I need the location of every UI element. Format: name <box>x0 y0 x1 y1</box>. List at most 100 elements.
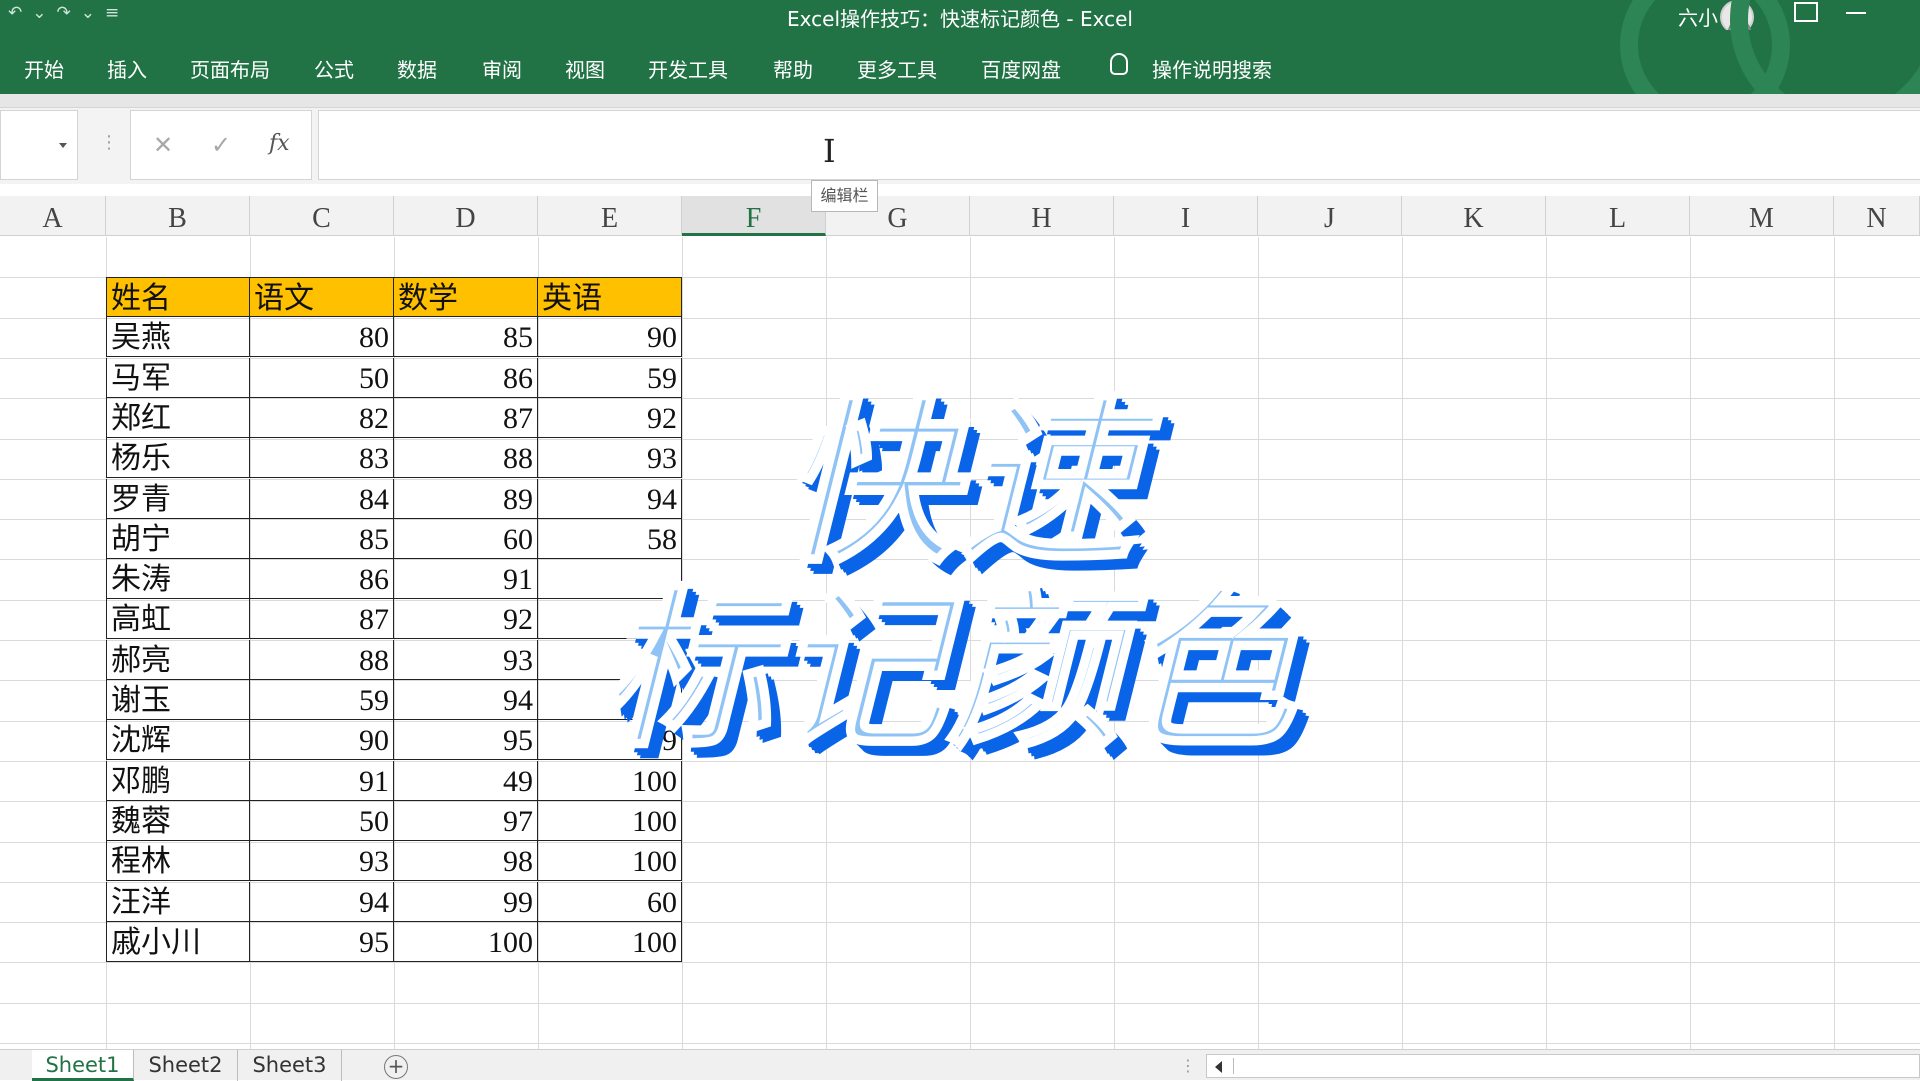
score-cell[interactable]: 59 <box>250 680 394 720</box>
score-cell[interactable]: 100 <box>538 761 682 801</box>
column-header-a[interactable]: A <box>0 196 106 236</box>
student-name-cell[interactable]: 谢玉 <box>106 680 250 720</box>
score-cell[interactable]: 83 <box>250 438 394 478</box>
tab-view[interactable]: 视图 <box>565 54 605 83</box>
table-header-cell[interactable]: 英语 <box>538 277 682 317</box>
student-name-cell[interactable]: 杨乐 <box>106 438 250 478</box>
score-cell[interactable]: 80 <box>250 317 394 357</box>
tell-me-search[interactable]: 操作说明搜索 <box>1152 54 1272 83</box>
score-cell[interactable]: 85 <box>394 317 538 357</box>
student-name-cell[interactable]: 胡宁 <box>106 519 250 559</box>
resize-handle-icon[interactable]: ⋮ <box>1180 1056 1196 1075</box>
score-cell[interactable]: 100 <box>538 922 682 962</box>
column-header-i[interactable]: I <box>1114 196 1258 236</box>
enter-icon[interactable]: ✓ <box>211 131 231 159</box>
score-cell[interactable]: 90 <box>250 720 394 760</box>
score-cell[interactable]: 93 <box>394 640 538 680</box>
score-cell[interactable]: 60 <box>394 519 538 559</box>
column-header-f[interactable]: F <box>682 196 826 236</box>
tab-data[interactable]: 数据 <box>397 54 437 83</box>
student-name-cell[interactable]: 朱涛 <box>106 559 250 599</box>
tab-review[interactable]: 审阅 <box>482 54 522 83</box>
column-header-l[interactable]: L <box>1546 196 1690 236</box>
score-cell[interactable]: 100 <box>394 922 538 962</box>
score-cell[interactable]: 84 <box>250 479 394 519</box>
cancel-icon[interactable]: ✕ <box>153 131 173 159</box>
student-name-cell[interactable]: 吴燕 <box>106 317 250 357</box>
score-cell[interactable]: 93 <box>250 841 394 881</box>
tab-help[interactable]: 帮助 <box>773 54 813 83</box>
name-box[interactable] <box>0 110 78 180</box>
score-cell[interactable]: 59 <box>538 720 682 760</box>
lightbulb-icon[interactable] <box>1110 53 1128 75</box>
column-header-n[interactable]: N <box>1834 196 1920 236</box>
score-cell[interactable] <box>538 640 682 680</box>
score-cell[interactable] <box>538 559 682 599</box>
column-header-k[interactable]: K <box>1402 196 1546 236</box>
student-name-cell[interactable]: 罗青 <box>106 479 250 519</box>
score-cell[interactable]: 98 <box>394 841 538 881</box>
score-cell[interactable]: 99 <box>394 882 538 922</box>
column-header-d[interactable]: D <box>394 196 538 236</box>
student-name-cell[interactable]: 沈辉 <box>106 720 250 760</box>
score-cell[interactable]: 90 <box>538 317 682 357</box>
table-header-cell[interactable]: 语文 <box>250 277 394 317</box>
score-cell[interactable]: 85 <box>250 519 394 559</box>
insert-function-icon[interactable]: fx <box>269 131 290 156</box>
score-cell[interactable]: 50 <box>250 358 394 398</box>
tab-page-layout[interactable]: 页面布局 <box>190 54 270 83</box>
score-cell[interactable]: 93 <box>538 438 682 478</box>
column-header-j[interactable]: J <box>1258 196 1402 236</box>
student-name-cell[interactable]: 戚小川 <box>106 922 250 962</box>
score-cell[interactable]: 87 <box>394 398 538 438</box>
score-cell[interactable]: 86 <box>394 358 538 398</box>
horizontal-scrollbar[interactable] <box>1206 1054 1920 1078</box>
score-cell[interactable]: 94 <box>538 479 682 519</box>
column-header-e[interactable]: E <box>538 196 682 236</box>
score-cell[interactable] <box>538 599 682 639</box>
score-cell[interactable]: 97 <box>394 801 538 841</box>
student-name-cell[interactable]: 郝亮 <box>106 640 250 680</box>
table-header-cell[interactable]: 姓名 <box>106 277 250 317</box>
score-cell[interactable]: 60 <box>538 882 682 922</box>
chevron-down-icon[interactable] <box>59 143 67 148</box>
student-name-cell[interactable]: 郑红 <box>106 398 250 438</box>
score-cell[interactable]: 91 <box>250 761 394 801</box>
tab-formulas[interactable]: 公式 <box>314 54 354 83</box>
score-cell[interactable]: 86 <box>250 559 394 599</box>
score-cell[interactable]: 89 <box>394 479 538 519</box>
score-cell[interactable]: 100 <box>538 801 682 841</box>
score-cell[interactable]: 95 <box>250 922 394 962</box>
score-cell[interactable]: 94 <box>250 882 394 922</box>
score-cell[interactable]: 50 <box>250 801 394 841</box>
formula-input[interactable] <box>318 110 1920 180</box>
tab-insert[interactable]: 插入 <box>107 54 147 83</box>
column-header-h[interactable]: H <box>970 196 1114 236</box>
table-header-cell[interactable]: 数学 <box>394 277 538 317</box>
score-cell[interactable]: 88 <box>250 640 394 680</box>
student-name-cell[interactable]: 程林 <box>106 841 250 881</box>
score-cell[interactable]: 88 <box>394 438 538 478</box>
sheet-tab-sheet2[interactable]: Sheet2 <box>134 1050 238 1081</box>
tab-baidu-netdisk[interactable]: 百度网盘 <box>981 54 1061 83</box>
column-header-m[interactable]: M <box>1690 196 1834 236</box>
student-name-cell[interactable]: 邓鹏 <box>106 761 250 801</box>
scroll-left-icon[interactable] <box>1215 1061 1222 1073</box>
score-cell[interactable]: 100 <box>538 841 682 881</box>
score-cell[interactable]: 59 <box>538 358 682 398</box>
worksheet-grid[interactable]: 姓名 语文 数学 英语 吴燕 80 85 90 马军 50 86 59 郑红 82 87 92 杨乐 83 88 93… <box>0 237 1920 1049</box>
student-name-cell[interactable]: 马军 <box>106 358 250 398</box>
student-name-cell[interactable]: 高虹 <box>106 599 250 639</box>
add-sheet-icon[interactable]: + <box>384 1055 408 1079</box>
score-cell[interactable]: 87 <box>250 599 394 639</box>
resize-handle-icon[interactable]: ⋮ <box>100 132 118 153</box>
column-header-c[interactable]: C <box>250 196 394 236</box>
sheet-tab-sheet3[interactable]: Sheet3 <box>238 1050 342 1081</box>
score-cell[interactable]: 91 <box>394 559 538 599</box>
score-cell[interactable]: 82 <box>250 398 394 438</box>
score-cell[interactable]: 92 <box>538 398 682 438</box>
score-cell[interactable] <box>538 680 682 720</box>
tab-more-tools[interactable]: 更多工具 <box>857 54 937 83</box>
score-cell[interactable]: 58 <box>538 519 682 559</box>
scrollbar-thumb[interactable] <box>1233 1058 1234 1074</box>
